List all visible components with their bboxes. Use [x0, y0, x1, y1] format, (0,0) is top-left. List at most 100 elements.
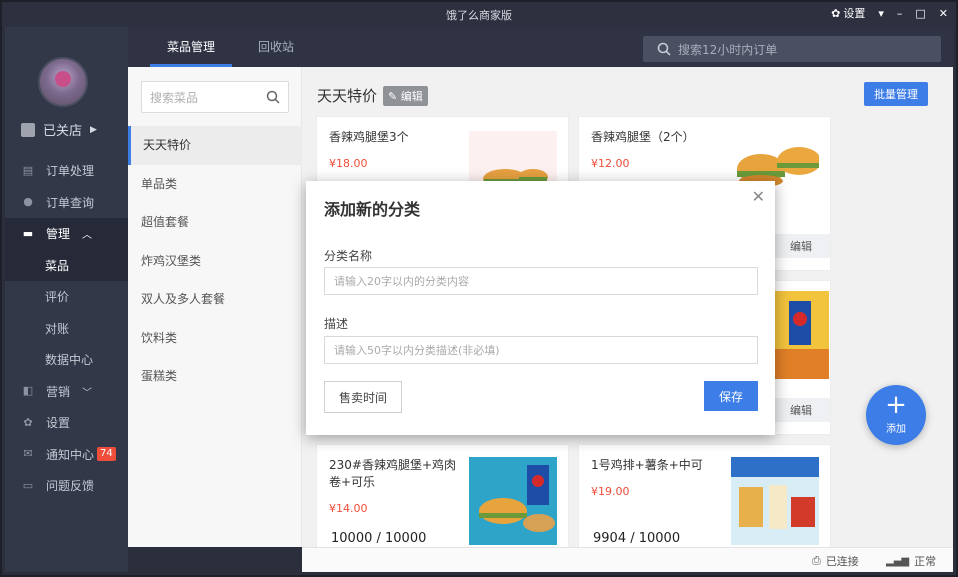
mail-icon: ✉ — [23, 447, 33, 461]
dish-name: 230#香辣鸡腿堡+鸡肉卷+可乐 — [329, 458, 457, 489]
sidebar: 已关店 ▶ ▤ 订单处理 ● 订单查询 ▬ 管理 ︿ 菜品 评价 对账 数据中心… — [5, 27, 128, 572]
signal-status-label: 正常 — [914, 555, 937, 568]
edit-dish-button[interactable]: 编辑 — [772, 398, 830, 422]
sidebar-item-data-center[interactable]: 数据中心 — [5, 344, 128, 376]
dish-card[interactable]: 230#香辣鸡腿堡+鸡肉卷+可乐 ¥14.00 10000 / 10000 — [316, 444, 569, 547]
sidebar-item-marketing[interactable]: ◧ 营销 ﹀ — [5, 376, 128, 408]
sale-time-button[interactable]: 售卖时间 — [324, 381, 402, 413]
sidebar-item-order-query[interactable]: ● 订单查询 — [5, 187, 128, 219]
dialog-title: 添加新的分类 — [324, 200, 421, 219]
category-item[interactable]: 天天特价 — [128, 126, 302, 165]
description-field[interactable] — [324, 336, 758, 364]
sidebar-item-label: 评价 — [45, 290, 70, 305]
sidebar-menu: ▤ 订单处理 ● 订单查询 ▬ 管理 ︿ 菜品 评价 对账 数据中心 ◧ 营销 … — [5, 155, 128, 502]
sidebar-item-label: 菜品 — [45, 258, 70, 273]
batch-manage-button[interactable]: 批量管理 — [864, 82, 928, 106]
sidebar-item-notifications[interactable]: ✉ 通知中心 74 — [5, 439, 128, 471]
category-title: 天天特价 — [317, 87, 378, 105]
megaphone-icon: ◧ — [22, 384, 34, 398]
sidebar-item-settings[interactable]: ✿ 设置 — [5, 407, 128, 439]
sidebar-item-label: 订单查询 — [46, 195, 95, 210]
order-search-input[interactable]: 搜索12小时内订单 — [643, 36, 941, 62]
sidebar-item-label: 设置 — [46, 416, 71, 431]
printer-icon: ⎙ — [812, 554, 821, 567]
plus-icon: + — [885, 390, 907, 420]
sidebar-item-label: 管理 — [46, 227, 71, 242]
sidebar-item-reviews[interactable]: 评价 — [5, 281, 128, 313]
dish-name: 香辣鸡腿堡3个 — [329, 130, 409, 144]
combo-image — [769, 301, 829, 379]
close-icon[interactable]: ✕ — [752, 187, 765, 206]
combo-image — [731, 457, 819, 529]
combo-image — [479, 465, 555, 532]
page-title: 天天特价 ✎ 编辑 — [317, 85, 428, 106]
order-search-placeholder: 搜索12小时内订单 — [678, 42, 778, 57]
chat-icon: ▭ — [22, 478, 34, 492]
tab-dish-management[interactable]: 菜品管理 — [150, 27, 232, 67]
category-panel: 搜索菜品 天天特价 单品类 超值套餐 炸鸡汉堡类 双人及多人套餐 饮料类 蛋糕类 — [128, 67, 302, 547]
sidebar-item-label: 通知中心 — [46, 447, 95, 462]
sidebar-item-label: 问题反馈 — [46, 479, 95, 494]
chevron-down-icon: ﹀ — [82, 387, 93, 399]
edit-dish-button[interactable]: 编辑 — [772, 234, 830, 258]
dish-price: ¥14.00 — [329, 502, 368, 515]
minimize-icon[interactable]: – — [897, 7, 903, 20]
sidebar-item-label: 数据中心 — [45, 353, 94, 368]
category-item[interactable]: 炸鸡汉堡类 — [128, 242, 302, 281]
signal-icon: ▂▄▆ — [886, 555, 910, 567]
category-item[interactable]: 超值套餐 — [128, 203, 302, 242]
notification-badge: 74 — [97, 447, 116, 462]
shop-logo — [55, 71, 71, 87]
close-icon[interactable]: ✕ — [939, 7, 948, 20]
gear-icon: ✿ — [23, 415, 33, 429]
status-bar: ⎙ 已连接 ▂▄▆ 正常 — [302, 547, 953, 572]
category-item[interactable]: 双人及多人套餐 — [128, 280, 302, 319]
dish-search-input[interactable]: 搜索菜品 — [141, 81, 289, 113]
window-controls: ✿ 设置 ▾ – □ ✕ — [831, 5, 948, 21]
sidebar-item-reconciliation[interactable]: 对账 — [5, 313, 128, 345]
tab-label: 菜品管理 — [166, 40, 215, 54]
search-icon[interactable] — [266, 90, 280, 104]
category-name-field[interactable] — [324, 267, 758, 295]
description-label: 描述 — [324, 317, 349, 331]
add-dish-button[interactable]: + 添加 — [866, 385, 926, 445]
shop-status-label: 已关店 — [43, 124, 83, 139]
category-item[interactable]: 单品类 — [128, 165, 302, 204]
settings-label: 设置 — [843, 7, 866, 20]
sidebar-item-dishes[interactable]: 菜品 — [5, 249, 128, 281]
dish-stock: 9904 / 10000 — [593, 531, 681, 546]
dish-price: ¥19.00 — [591, 485, 630, 498]
maximize-icon[interactable]: □ — [915, 7, 925, 20]
tab-recycle-bin[interactable]: 回收站 — [258, 27, 294, 67]
dish-price: ¥12.00 — [591, 157, 630, 170]
sidebar-item-label: 订单处理 — [46, 164, 95, 179]
dish-name: 香辣鸡腿堡（2个） — [591, 130, 695, 144]
dish-search-placeholder: 搜索菜品 — [150, 90, 199, 105]
gear-icon: ✿ — [831, 6, 841, 20]
sidebar-item-label: 对账 — [45, 321, 70, 336]
dish-card[interactable]: 1号鸡排+薯条+中可 ¥19.00 9904 / 10000 — [578, 444, 831, 547]
printer-status: ⎙ 已连接 — [812, 553, 859, 569]
dish-name: 1号鸡排+薯条+中可 — [591, 458, 703, 472]
sidebar-item-feedback[interactable]: ▭ 问题反馈 — [5, 470, 128, 502]
shop-status-icon — [21, 122, 35, 137]
category-item[interactable]: 饮料类 — [128, 319, 302, 358]
sidebar-item-label: 营销 — [46, 384, 71, 399]
settings-button[interactable]: ✿ 设置 — [831, 5, 865, 21]
sidebar-item-order-processing[interactable]: ▤ 订单处理 — [5, 155, 128, 187]
save-button[interactable]: 保存 — [704, 381, 758, 411]
add-category-dialog: 添加新的分类 ✕ 分类名称 描述 售卖时间 保存 — [306, 181, 775, 435]
category-list: 天天特价 单品类 超值套餐 炸鸡汉堡类 双人及多人套餐 饮料类 蛋糕类 — [128, 126, 302, 396]
edit-category-button[interactable]: ✎ 编辑 — [383, 85, 428, 106]
edit-category-label: 编辑 — [400, 89, 423, 103]
category-name-label: 分类名称 — [324, 249, 373, 263]
dish-stock: 10000 / 10000 — [331, 531, 427, 546]
title-bar: 饿了么商家版 ✿ 设置 ▾ – □ ✕ — [0, 0, 958, 27]
avatar[interactable] — [38, 57, 88, 107]
shop-status-toggle[interactable]: 已关店 ▶ — [21, 120, 97, 139]
clock-icon: ● — [23, 195, 33, 209]
sidebar-item-management[interactable]: ▬ 管理 ︿ — [5, 218, 128, 250]
window-title: 饿了么商家版 — [446, 9, 512, 22]
category-item[interactable]: 蛋糕类 — [128, 357, 302, 396]
dropdown-icon[interactable]: ▾ — [878, 7, 884, 20]
